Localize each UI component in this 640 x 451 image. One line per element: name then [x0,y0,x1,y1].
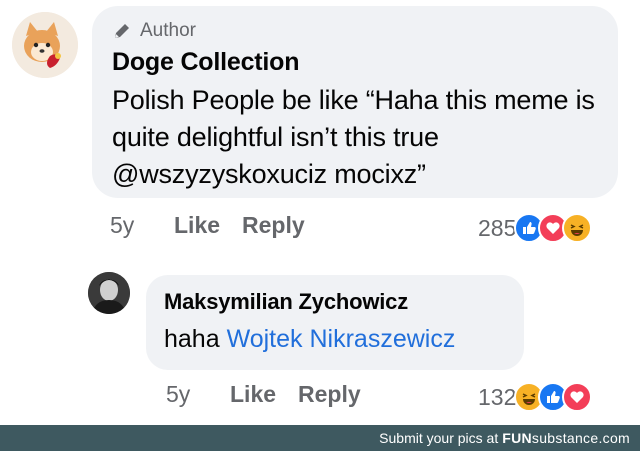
footer-brand-light: substance [531,430,599,446]
author-badge-label: Author [140,20,196,41]
comment-bubble: Author Doge Collection Polish People be … [92,6,618,198]
avatar[interactable] [12,12,78,78]
doge-avatar-icon [12,12,78,78]
avatar[interactable] [88,272,130,314]
watermark-footer: Submit your pics at FUNsubstance.com [0,425,640,451]
footer-brand-bold: FUN [502,430,532,446]
reply-actions: 5y Like Reply [166,381,383,408]
reaction-count: 285 [478,214,517,241]
reply-timestamp[interactable]: 5y [166,381,230,408]
reply-like-button[interactable]: Like [230,381,276,408]
comment-text: Polish People be like “Haha this meme is… [112,85,595,189]
commenter-name[interactable]: Doge Collection [112,48,299,77]
reactions-summary[interactable]: 285 [478,213,593,243]
haha-reaction-icon [562,213,593,243]
reply-button[interactable]: Reply [242,212,305,239]
reply-text-prefix: haha [164,325,220,353]
reply-author-name[interactable]: Maksymilian Zychowicz [164,289,408,315]
mention-link[interactable]: Wojtek Nikraszewicz [227,325,456,353]
reply-text: haha Wojtek Nikraszewicz [164,325,455,354]
footer-text: Submit your pics at [379,430,499,446]
like-button[interactable]: Like [174,212,220,239]
reply-reply-button[interactable]: Reply [298,381,361,408]
reply-bubble: Maksymilian Zychowicz haha Wojtek Nikras… [146,275,524,370]
footer-brand: FUNsubstance.com [502,430,630,446]
love-reaction-icon [562,382,593,412]
reply-reactions-summary[interactable]: 132 [478,382,593,412]
footer-brand-tld: .com [598,430,630,446]
user-photo-icon [88,272,130,314]
author-badge: Author [112,20,196,42]
reply-reaction-count: 132 [478,383,517,410]
pencil-icon [115,24,129,38]
comment-timestamp[interactable]: 5y [110,212,174,239]
comment-actions: 5y Like Reply [110,212,327,239]
